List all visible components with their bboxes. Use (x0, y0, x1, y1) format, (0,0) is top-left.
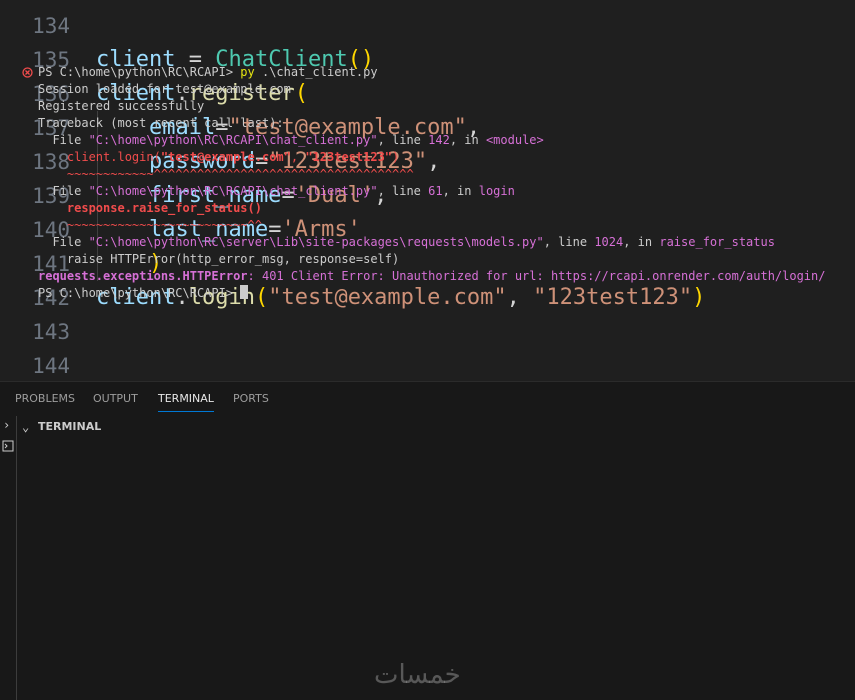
terminal-line: PS C:\home\python\RC\RCAPI> (38, 285, 249, 302)
panel-tab-bar: PROBLEMS OUTPUT TERMINAL PORTS (0, 382, 855, 416)
terminal-text: , line (377, 133, 429, 147)
terminal-text: ) (392, 150, 400, 164)
chevron-down-icon[interactable]: ⌄ (22, 416, 29, 438)
terminal-text: ~~~~~~~~~~~~~~~~~~~~~~~~~^^ (38, 218, 262, 232)
terminal-text: File (38, 235, 89, 249)
terminal-text: 142 (428, 133, 450, 147)
terminal-text: PS C:\home\python\RC\RCAPI> (38, 286, 241, 300)
terminal-line: raise HTTPError(http_error_msg, response… (38, 251, 399, 268)
code-line[interactable]: 143 (0, 315, 855, 349)
terminal-text: : 401 Client Error: Unauthorized for url… (247, 269, 826, 283)
terminal-line: client.login("test@example.com", "123tes… (38, 149, 399, 166)
code-token: "test@example.com" (268, 285, 507, 310)
terminal-text: File (38, 133, 89, 147)
line-number: 134 (32, 14, 70, 38)
terminal-text: requests.exceptions.HTTPError (38, 269, 248, 283)
terminal-text: raise_for_status (659, 235, 775, 249)
terminal-line: ~~~~~~~~~~~~~~~~~~~~~~~~~^^ (38, 217, 262, 234)
terminal-text: "C:\home\python\RC\RCAPI\chat_client.py" (88, 133, 378, 147)
terminal-text: , line (377, 184, 429, 198)
terminal-text: Traceback (most recent call last): (38, 116, 284, 130)
code-token: , (427, 149, 441, 174)
error-decoration-icon (22, 67, 33, 78)
terminal-text: login (478, 184, 515, 198)
terminal-line: response.raise_for_status() (38, 200, 262, 217)
terminal-text: , (290, 150, 306, 164)
terminal-text: , in (442, 184, 479, 198)
watermark-logo: خمسات (374, 660, 461, 690)
terminal-text: response.raise_for_status() (38, 201, 262, 215)
terminal-text: <module> (485, 133, 544, 147)
terminal-text: , line (543, 235, 595, 249)
terminal-line: Traceback (most recent call last): (38, 115, 284, 132)
line-number: 144 (32, 354, 70, 378)
terminal-text: Registered successfully (38, 99, 205, 113)
tab-terminal[interactable]: TERMINAL (158, 382, 214, 416)
terminal-section-header[interactable]: ⌄ TERMINAL (0, 416, 855, 438)
terminal-line: Session loaded for test@example.com (38, 81, 291, 98)
terminal-text: "test@example.com" (160, 150, 291, 164)
terminal-text: .\chat_client.py (254, 65, 378, 79)
terminal-text: "C:\home\python\RC\server\Lib\site-packa… (88, 235, 544, 249)
terminal-icon[interactable] (2, 440, 14, 452)
terminal-text: PS C:\home\python\RC\RCAPI> (38, 65, 241, 79)
terminal-tabs-strip: › (0, 416, 17, 700)
terminal-text: "C:\home\python\RC\RCAPI\chat_client.py" (88, 184, 378, 198)
code-line[interactable]: 144 (0, 349, 855, 381)
terminal-cursor (240, 285, 249, 299)
terminal-line: requests.exceptions.HTTPError: 401 Clien… (38, 268, 825, 285)
terminal-text: ~~~~~~~~~~~~^^^^^^^^^^^^^^^^^^^^^^^^^^^^… (38, 167, 414, 181)
terminal-line: ~~~~~~~~~~~~^^^^^^^^^^^^^^^^^^^^^^^^^^^^… (38, 166, 414, 183)
code-token: ( (294, 81, 308, 106)
terminal-text: raise HTTPError(http_error_msg, response… (38, 252, 400, 266)
code-line[interactable]: 134 (0, 9, 855, 43)
terminal-line: File "C:\home\python\RC\RCAPI\chat_clien… (38, 132, 544, 149)
terminal-text: File (38, 184, 89, 198)
line-number: 143 (32, 320, 70, 344)
tab-ports[interactable]: PORTS (233, 382, 269, 416)
terminal-line: File "C:\home\python\RC\RCAPI\chat_clien… (38, 183, 515, 200)
terminal-line: Registered successfully (38, 98, 204, 115)
tab-problems[interactable]: PROBLEMS (15, 382, 75, 416)
code-token: ( (254, 285, 269, 310)
code-token: ) (692, 285, 706, 310)
code-token: , (506, 285, 534, 310)
terminal-text: , in (449, 133, 486, 147)
terminal-text: 1024 (594, 235, 624, 249)
terminal-line: File "C:\home\python\RC\server\Lib\site-… (38, 234, 775, 251)
terminal-text: , in (623, 235, 660, 249)
terminal-text: 61 (428, 184, 443, 198)
terminal-text: Session loaded for test@example.com (38, 82, 291, 96)
terminal-text: py (240, 65, 255, 79)
terminal-text: "123test123" (305, 150, 393, 164)
terminal-line: PS C:\home\python\RC\RCAPI> py .\chat_cl… (38, 64, 378, 81)
code-token: "123test123" (533, 285, 693, 310)
tab-output[interactable]: OUTPUT (93, 382, 138, 416)
terminal-section-title: TERMINAL (38, 420, 102, 433)
terminal-text: client.login( (38, 150, 161, 164)
bottom-panel: PROBLEMS OUTPUT TERMINAL PORTS › ⌄ TERMI… (0, 381, 855, 700)
